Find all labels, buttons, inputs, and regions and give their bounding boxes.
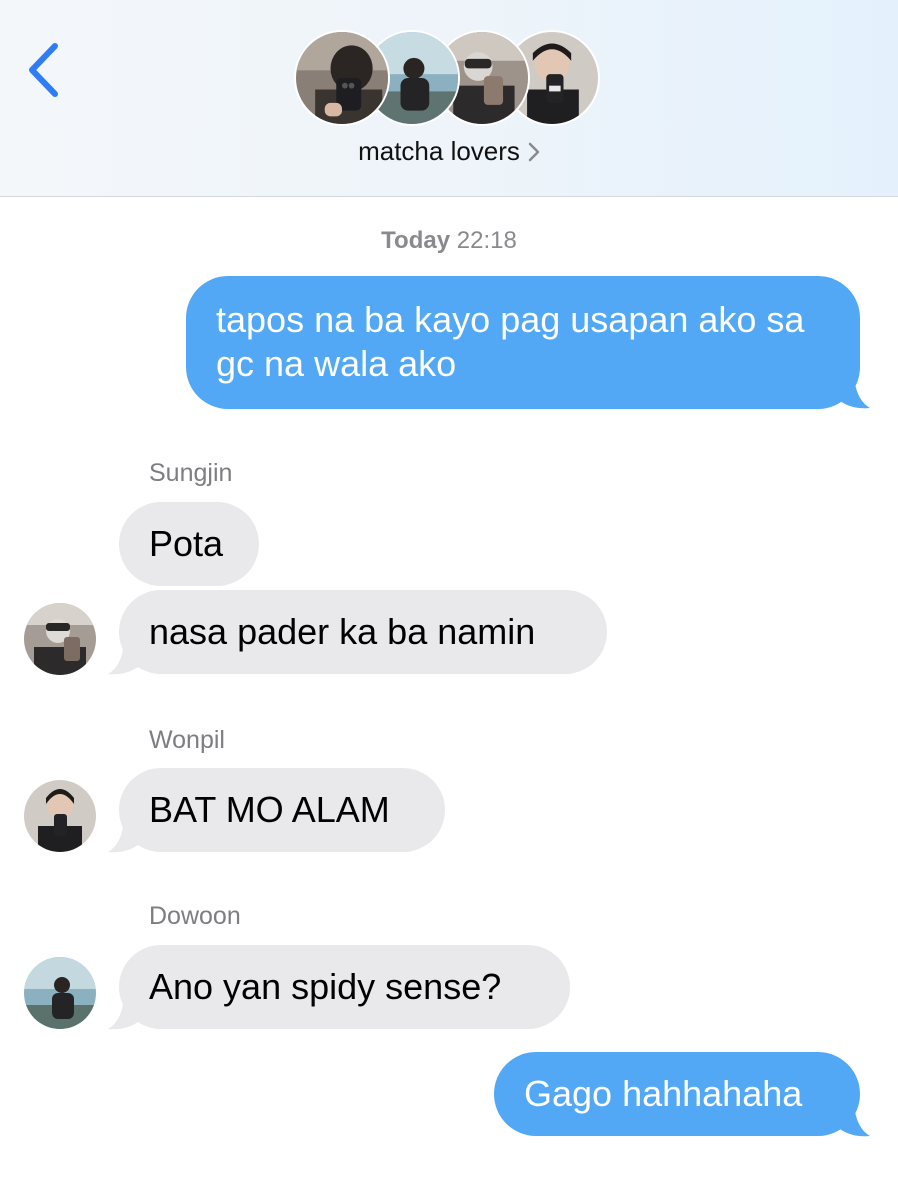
avatar-dowoon[interactable] (24, 957, 96, 1029)
sender-name: Wonpil (149, 726, 225, 754)
chevron-right-icon (528, 138, 540, 169)
sender-name: Dowoon (149, 902, 241, 930)
message-text: BAT MO ALAM (149, 789, 390, 830)
incoming-bubble-tail (108, 642, 142, 675)
sender-name: Sungjin (149, 459, 233, 487)
group-name-button[interactable]: matcha lovers (0, 136, 898, 169)
timestamp-day: Today (381, 227, 451, 254)
message-text: Ano yan spidy sense? (149, 966, 502, 1007)
chevron-left-icon (29, 43, 58, 97)
group-name: matcha lovers (358, 136, 520, 166)
message-timestamp: Today 22:18 (0, 227, 898, 255)
incoming-bubble-tail (108, 820, 142, 853)
incoming-message-bubble[interactable]: Pota (119, 502, 259, 586)
message-text: tapos na ba kayo pag usapan ako sa gc na… (216, 299, 805, 384)
outgoing-message-bubble[interactable]: tapos na ba kayo pag usapan ako sa gc na… (186, 276, 860, 409)
message-text: Gago hahhahaha (524, 1073, 803, 1114)
avatar-sungjin[interactable] (24, 603, 96, 675)
incoming-message-bubble[interactable]: nasa pader ka ba namin (119, 590, 607, 674)
back-button[interactable] (22, 38, 72, 102)
message-text: Pota (149, 523, 224, 564)
outgoing-bubble-tail (836, 1104, 870, 1137)
outgoing-message-bubble[interactable]: Gago hahhahaha (494, 1052, 860, 1136)
group-avatar-stack[interactable] (294, 30, 604, 128)
avatar-wonpil[interactable] (24, 780, 96, 852)
group-avatar-1 (294, 30, 390, 126)
incoming-message-bubble[interactable]: BAT MO ALAM (119, 768, 445, 852)
outgoing-bubble-tail (836, 376, 870, 409)
incoming-bubble-tail (108, 997, 142, 1030)
message-text: nasa pader ka ba namin (149, 611, 536, 652)
incoming-message-bubble[interactable]: Ano yan spidy sense? (119, 945, 570, 1029)
conversation-header: matcha lovers (0, 0, 898, 197)
timestamp-time: 22:18 (456, 227, 517, 254)
